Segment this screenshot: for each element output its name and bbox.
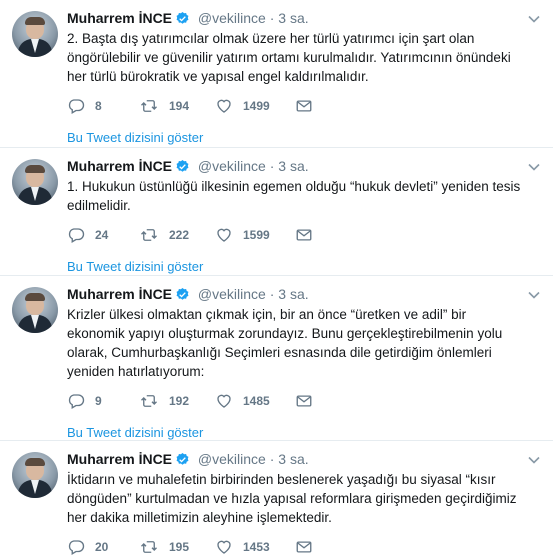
author-handle[interactable]: @vekilince: [198, 286, 266, 302]
author-handle[interactable]: @vekilince: [198, 451, 266, 467]
verified-badge-icon: [176, 11, 189, 24]
reply-count: 9: [95, 394, 102, 408]
author-name[interactable]: Muharrem İNCE: [67, 451, 172, 467]
heart-icon: [217, 540, 231, 554]
tweet-actions: 20 195 1453: [67, 537, 541, 557]
like-count: 1499: [243, 99, 270, 113]
like-count: 1599: [243, 228, 270, 242]
avatar[interactable]: [12, 159, 58, 205]
envelope-icon: [296, 229, 312, 241]
retweet-count: 194: [169, 99, 190, 113]
direct-message-button[interactable]: [295, 226, 367, 244]
reply-count: 24: [95, 228, 109, 242]
tweet-timeline: Muharrem İNCE @vekilince · 3 sa. 2. Başt…: [0, 0, 553, 560]
retweet-count: 222: [169, 228, 190, 242]
reply-icon: [68, 228, 85, 243]
heart-icon: [217, 394, 231, 408]
reply-icon: [68, 540, 85, 555]
reply-icon: [68, 99, 85, 114]
retweet-icon: [141, 100, 157, 112]
tweet-timestamp[interactable]: 3 sa.: [278, 451, 308, 467]
retweet-button[interactable]: 192: [139, 392, 215, 410]
verified-badge-icon: [176, 159, 189, 172]
direct-message-button[interactable]: [295, 538, 367, 556]
chevron-down-icon[interactable]: [527, 12, 541, 26]
author-name[interactable]: Muharrem İNCE: [67, 286, 172, 302]
envelope-icon: [296, 541, 312, 553]
reply-count: 20: [95, 540, 109, 554]
avatar[interactable]: [12, 11, 58, 57]
retweet-count: 195: [169, 540, 190, 554]
tweet-timestamp[interactable]: 3 sa.: [278, 158, 308, 174]
retweet-icon: [141, 229, 157, 241]
tweet-text: Krizler ülkesi olmaktan çıkmak için, bir…: [67, 307, 503, 379]
retweet-icon: [141, 395, 157, 407]
retweet-icon: [141, 541, 157, 553]
envelope-icon: [296, 395, 312, 407]
like-button[interactable]: 1599: [215, 226, 295, 244]
reply-button[interactable]: 20: [67, 538, 139, 556]
reply-button[interactable]: 9: [67, 392, 139, 410]
envelope-icon: [296, 100, 312, 112]
author-handle[interactable]: @vekilince: [198, 10, 266, 26]
reply-icon: [68, 394, 85, 409]
chevron-down-icon[interactable]: [527, 288, 541, 302]
chevron-down-icon[interactable]: [527, 160, 541, 174]
like-button[interactable]: 1499: [215, 97, 295, 115]
direct-message-button[interactable]: [295, 392, 367, 410]
avatar[interactable]: [12, 287, 58, 333]
tweet-actions: 9 192 1485: [67, 391, 541, 411]
avatar[interactable]: [12, 452, 58, 498]
verified-badge-icon: [176, 452, 189, 465]
like-button[interactable]: 1485: [215, 392, 295, 410]
tweet[interactable]: Muharrem İNCE @vekilince · 3 sa. İktidar…: [0, 441, 553, 560]
reply-count: 8: [95, 99, 102, 113]
author-name[interactable]: Muharrem İNCE: [67, 158, 172, 174]
chevron-down-icon[interactable]: [527, 453, 541, 467]
direct-message-button[interactable]: [295, 97, 367, 115]
tweet-timestamp[interactable]: 3 sa.: [278, 10, 308, 26]
tweet-text: 2. Başta dış yatırımcılar olmak üzere he…: [67, 31, 511, 84]
tweet-text: 1. Hukukun üstünlüğü ilkesinin egemen ol…: [67, 179, 521, 213]
like-button[interactable]: 1453: [215, 538, 295, 556]
tweet-actions: 24 222 1599: [67, 225, 541, 245]
author-name[interactable]: Muharrem İNCE: [67, 10, 172, 26]
heart-icon: [217, 99, 231, 113]
tweet[interactable]: Muharrem İNCE @vekilince · 3 sa. 2. Başt…: [0, 0, 553, 148]
tweet-text: İktidarın ve muhalefetin birbirinden bes…: [67, 472, 517, 525]
retweet-button[interactable]: 222: [139, 226, 215, 244]
like-count: 1453: [243, 540, 270, 554]
tweet[interactable]: Muharrem İNCE @vekilince · 3 sa. 1. Huku…: [0, 148, 553, 276]
tweet[interactable]: Muharrem İNCE @vekilince · 3 sa. Krizler…: [0, 276, 553, 441]
tweet-actions: 8 194 1499: [67, 96, 541, 116]
retweet-button[interactable]: 195: [139, 538, 215, 556]
author-handle[interactable]: @vekilince: [198, 158, 266, 174]
heart-icon: [217, 228, 231, 242]
retweet-count: 192: [169, 394, 190, 408]
retweet-button[interactable]: 194: [139, 97, 215, 115]
verified-badge-icon: [176, 287, 189, 300]
like-count: 1485: [243, 394, 270, 408]
tweet-timestamp[interactable]: 3 sa.: [278, 286, 308, 302]
reply-button[interactable]: 24: [67, 226, 139, 244]
reply-button[interactable]: 8: [67, 97, 139, 115]
